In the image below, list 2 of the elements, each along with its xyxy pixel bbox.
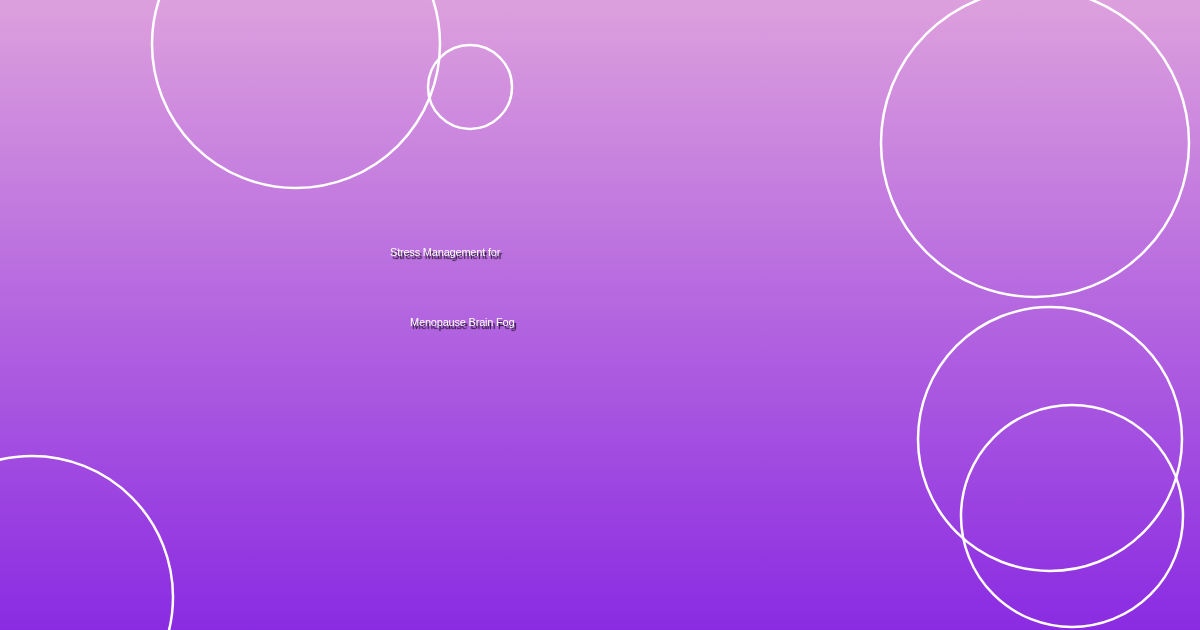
title-line: Stress Management for xyxy=(390,245,501,259)
title-line: Menopause Brain Fog xyxy=(410,315,515,329)
